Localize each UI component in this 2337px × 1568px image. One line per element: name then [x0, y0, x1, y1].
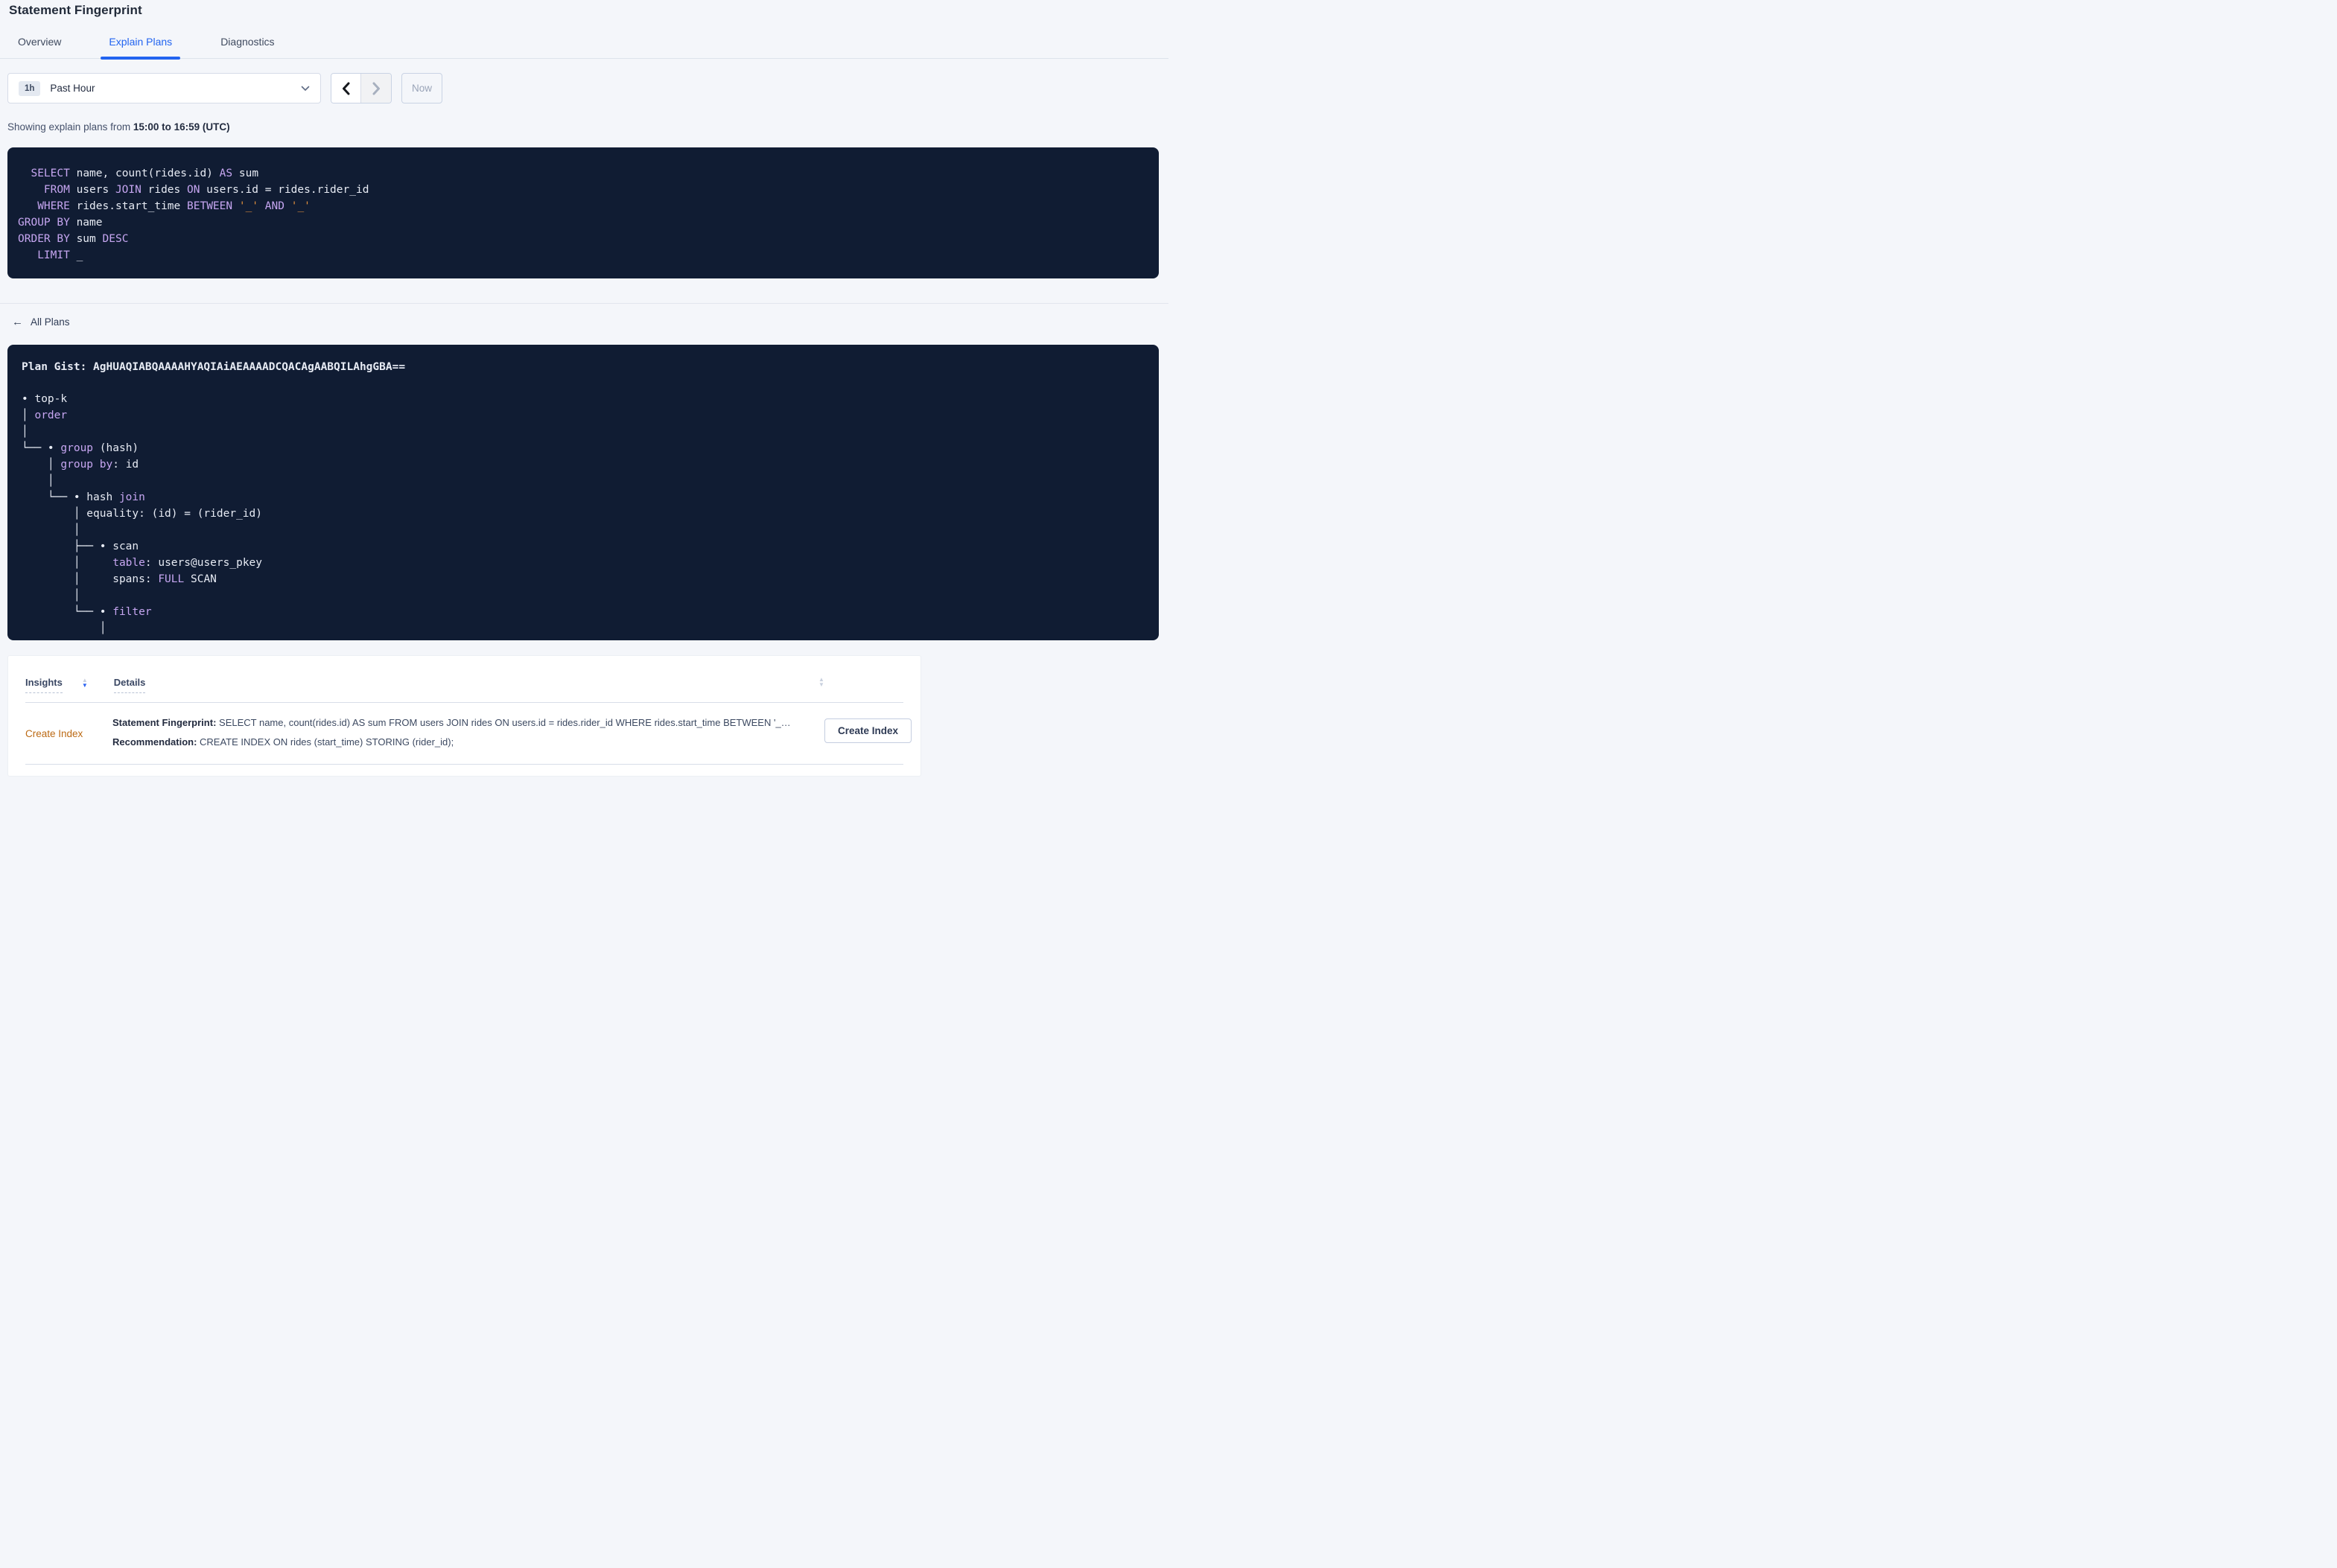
time-range-badge: 1h [19, 80, 41, 96]
insights-table-header: Insights ▲ ▼ Details ▲ ▼ [8, 656, 921, 693]
plan-gist-value: AgHUAQIABQAAAAHYAQIAiAEAAAADCQACAgAABQIL… [93, 361, 406, 373]
next-time-button[interactable] [361, 74, 391, 103]
sort-down-triangle: ▼ [818, 681, 824, 688]
tab-explain-plans[interactable]: Explain Plans [101, 36, 181, 60]
section-divider [0, 303, 1168, 304]
showing-range-value: 15:00 to 16:59 (UTC) [133, 121, 230, 133]
showing-range-text: Showing explain plans from 15:00 to 16:5… [7, 121, 1168, 133]
back-arrow-icon: ← [12, 316, 23, 328]
plan-gist-label: Plan Gist: [22, 361, 94, 373]
insight-details-cell: Statement Fingerprint: SELECT name, coun… [112, 713, 805, 752]
all-plans-link[interactable]: ← All Plans [12, 316, 70, 328]
chevron-left-icon [342, 82, 350, 95]
column-header-insights[interactable]: Insights [25, 677, 63, 693]
prev-time-button[interactable] [331, 74, 361, 103]
tab-explain-plans-label: Explain Plans [109, 36, 173, 48]
showing-range-prefix: Showing explain plans from [7, 121, 133, 133]
all-plans-label: All Plans [31, 316, 70, 328]
tab-diagnostics[interactable]: Diagnostics [220, 36, 274, 58]
tab-overview[interactable]: Overview [18, 36, 61, 58]
sql-statement-code: SELECT name, count(rides.id) AS sum FROM… [18, 168, 369, 261]
active-tab-underline [101, 57, 181, 60]
insights-table-card: Insights ▲ ▼ Details ▲ ▼ Create Index St… [7, 655, 921, 777]
recommendation-line: Recommendation: CREATE INDEX ON rides (s… [112, 733, 805, 752]
time-controls: 1h Past Hour Now [7, 73, 1168, 103]
chevron-right-icon [372, 82, 381, 95]
sql-statement-block: SELECT name, count(rides.id) AS sum FROM… [7, 147, 1159, 278]
sort-icon-details[interactable]: ▲ ▼ [818, 677, 824, 688]
tab-bar: Overview Explain Plans Diagnostics [0, 36, 1168, 60]
sort-down-triangle: ▼ [81, 682, 88, 689]
plan-gist-block: Plan Gist: AgHUAQIABQAAAAHYAQIAiAEAAAADC… [7, 345, 1159, 640]
create-index-link[interactable]: Create Index [25, 728, 94, 739]
statement-fingerprint-text: SELECT name, count(rides.id) AS sum FROM… [216, 717, 791, 728]
row-divider [25, 764, 903, 765]
page-title: Statement Fingerprint [9, 3, 142, 17]
column-header-details[interactable]: Details [113, 677, 146, 693]
statement-fingerprint-line: Statement Fingerprint: SELECT name, coun… [112, 713, 805, 733]
statement-fingerprint-label: Statement Fingerprint: [112, 717, 217, 728]
sort-icon-insights[interactable]: ▲ ▼ [81, 678, 88, 689]
time-range-select[interactable]: 1h Past Hour [7, 73, 321, 103]
time-step-buttons [331, 73, 392, 103]
plan-tree: • top-k │ order │ └── • group (hash) │ grou… [22, 393, 263, 634]
create-index-button[interactable]: Create Index [824, 718, 912, 743]
chevron-down-icon [301, 86, 310, 92]
time-range-label: Past Hour [50, 83, 95, 94]
recommendation-text: CREATE INDEX ON rides (start_time) STORI… [197, 736, 454, 748]
plan-gist-line: Plan Gist: AgHUAQIABQAAAAHYAQIAiAEAAAADC… [22, 359, 1141, 375]
insight-row: Create Index Statement Fingerprint: SELE… [8, 703, 921, 752]
recommendation-label: Recommendation: [112, 736, 197, 748]
now-button[interactable]: Now [401, 73, 442, 103]
